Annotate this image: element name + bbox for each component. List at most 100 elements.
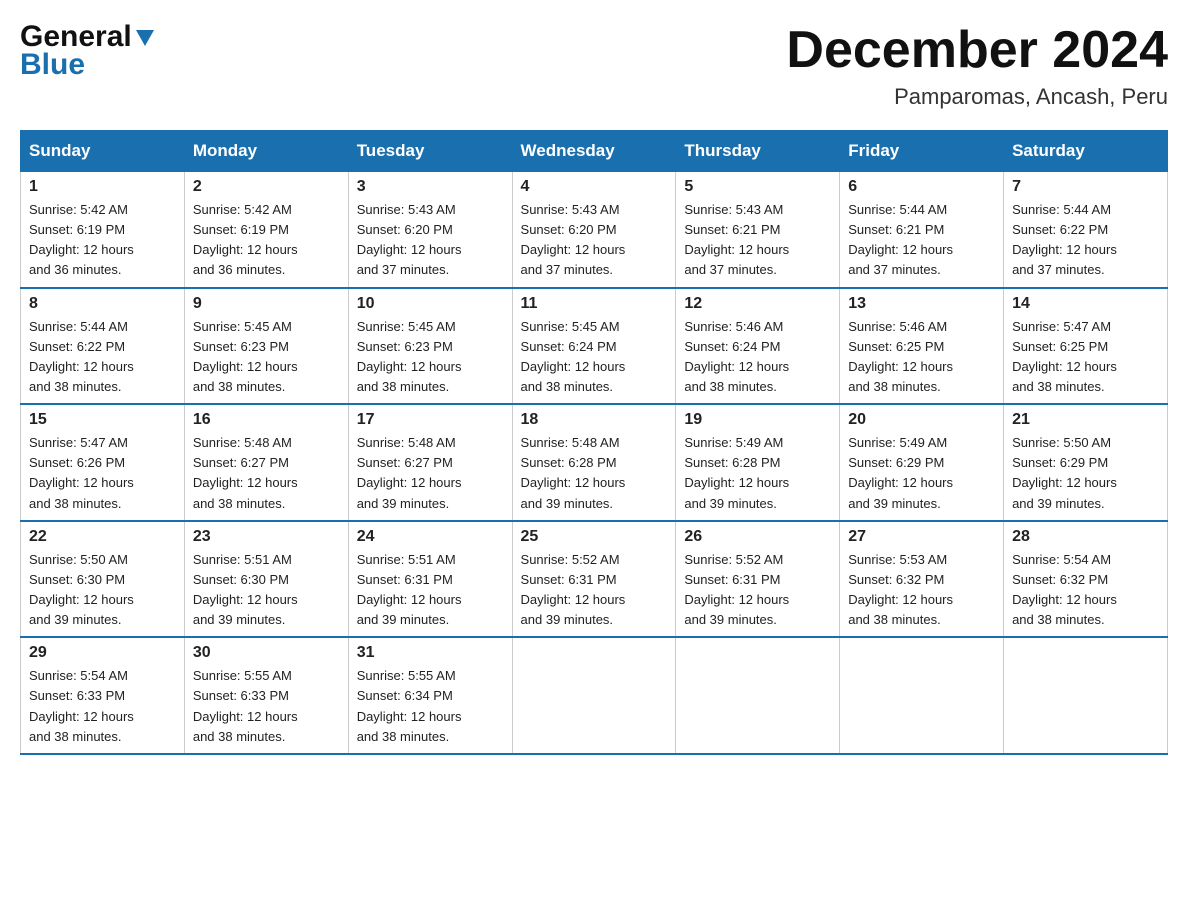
day-number: 15 <box>29 411 176 429</box>
calendar-cell <box>512 637 676 754</box>
day-number: 14 <box>1012 295 1159 313</box>
column-header-monday: Monday <box>184 131 348 172</box>
calendar-cell <box>676 637 840 754</box>
day-info: Sunrise: 5:51 AM Sunset: 6:30 PM Dayligh… <box>193 550 340 631</box>
column-header-tuesday: Tuesday <box>348 131 512 172</box>
calendar-week-row: 22 Sunrise: 5:50 AM Sunset: 6:30 PM Dayl… <box>21 521 1168 638</box>
column-header-sunday: Sunday <box>21 131 185 172</box>
day-info: Sunrise: 5:50 AM Sunset: 6:30 PM Dayligh… <box>29 550 176 631</box>
calendar-cell: 5 Sunrise: 5:43 AM Sunset: 6:21 PM Dayli… <box>676 172 840 288</box>
calendar-cell: 13 Sunrise: 5:46 AM Sunset: 6:25 PM Dayl… <box>840 288 1004 405</box>
calendar-week-row: 15 Sunrise: 5:47 AM Sunset: 6:26 PM Dayl… <box>21 404 1168 521</box>
day-number: 20 <box>848 411 995 429</box>
day-info: Sunrise: 5:47 AM Sunset: 6:25 PM Dayligh… <box>1012 317 1159 398</box>
calendar-cell: 6 Sunrise: 5:44 AM Sunset: 6:21 PM Dayli… <box>840 172 1004 288</box>
day-number: 5 <box>684 178 831 196</box>
day-number: 12 <box>684 295 831 313</box>
calendar-header-row: SundayMondayTuesdayWednesdayThursdayFrid… <box>21 131 1168 172</box>
calendar-cell: 20 Sunrise: 5:49 AM Sunset: 6:29 PM Dayl… <box>840 404 1004 521</box>
calendar-cell <box>1004 637 1168 754</box>
day-number: 2 <box>193 178 340 196</box>
day-info: Sunrise: 5:54 AM Sunset: 6:33 PM Dayligh… <box>29 666 176 747</box>
calendar-cell: 26 Sunrise: 5:52 AM Sunset: 6:31 PM Dayl… <box>676 521 840 638</box>
calendar-cell: 3 Sunrise: 5:43 AM Sunset: 6:20 PM Dayli… <box>348 172 512 288</box>
day-number: 1 <box>29 178 176 196</box>
day-info: Sunrise: 5:48 AM Sunset: 6:27 PM Dayligh… <box>357 433 504 514</box>
calendar-cell: 21 Sunrise: 5:50 AM Sunset: 6:29 PM Dayl… <box>1004 404 1168 521</box>
day-info: Sunrise: 5:49 AM Sunset: 6:28 PM Dayligh… <box>684 433 831 514</box>
calendar-cell <box>840 637 1004 754</box>
column-header-wednesday: Wednesday <box>512 131 676 172</box>
calendar-cell: 18 Sunrise: 5:48 AM Sunset: 6:28 PM Dayl… <box>512 404 676 521</box>
day-info: Sunrise: 5:48 AM Sunset: 6:28 PM Dayligh… <box>521 433 668 514</box>
day-number: 23 <box>193 528 340 546</box>
calendar-cell: 29 Sunrise: 5:54 AM Sunset: 6:33 PM Dayl… <box>21 637 185 754</box>
calendar-week-row: 29 Sunrise: 5:54 AM Sunset: 6:33 PM Dayl… <box>21 637 1168 754</box>
day-info: Sunrise: 5:53 AM Sunset: 6:32 PM Dayligh… <box>848 550 995 631</box>
day-info: Sunrise: 5:49 AM Sunset: 6:29 PM Dayligh… <box>848 433 995 514</box>
day-number: 8 <box>29 295 176 313</box>
day-info: Sunrise: 5:50 AM Sunset: 6:29 PM Dayligh… <box>1012 433 1159 514</box>
calendar-cell: 31 Sunrise: 5:55 AM Sunset: 6:34 PM Dayl… <box>348 637 512 754</box>
day-number: 18 <box>521 411 668 429</box>
day-info: Sunrise: 5:54 AM Sunset: 6:32 PM Dayligh… <box>1012 550 1159 631</box>
day-number: 30 <box>193 644 340 662</box>
day-info: Sunrise: 5:43 AM Sunset: 6:20 PM Dayligh… <box>521 200 668 281</box>
day-info: Sunrise: 5:42 AM Sunset: 6:19 PM Dayligh… <box>193 200 340 281</box>
calendar-cell: 30 Sunrise: 5:55 AM Sunset: 6:33 PM Dayl… <box>184 637 348 754</box>
day-info: Sunrise: 5:44 AM Sunset: 6:22 PM Dayligh… <box>1012 200 1159 281</box>
day-info: Sunrise: 5:46 AM Sunset: 6:25 PM Dayligh… <box>848 317 995 398</box>
day-info: Sunrise: 5:45 AM Sunset: 6:23 PM Dayligh… <box>357 317 504 398</box>
day-info: Sunrise: 5:42 AM Sunset: 6:19 PM Dayligh… <box>29 200 176 281</box>
day-info: Sunrise: 5:55 AM Sunset: 6:33 PM Dayligh… <box>193 666 340 747</box>
day-number: 27 <box>848 528 995 546</box>
calendar-week-row: 8 Sunrise: 5:44 AM Sunset: 6:22 PM Dayli… <box>21 288 1168 405</box>
calendar-cell: 24 Sunrise: 5:51 AM Sunset: 6:31 PM Dayl… <box>348 521 512 638</box>
calendar-cell: 17 Sunrise: 5:48 AM Sunset: 6:27 PM Dayl… <box>348 404 512 521</box>
title-block: December 2024 Pamparomas, Ancash, Peru <box>786 20 1168 110</box>
day-info: Sunrise: 5:47 AM Sunset: 6:26 PM Dayligh… <box>29 433 176 514</box>
month-title: December 2024 <box>786 20 1168 80</box>
day-number: 10 <box>357 295 504 313</box>
day-info: Sunrise: 5:45 AM Sunset: 6:24 PM Dayligh… <box>521 317 668 398</box>
day-info: Sunrise: 5:51 AM Sunset: 6:31 PM Dayligh… <box>357 550 504 631</box>
day-info: Sunrise: 5:46 AM Sunset: 6:24 PM Dayligh… <box>684 317 831 398</box>
day-number: 24 <box>357 528 504 546</box>
day-number: 9 <box>193 295 340 313</box>
day-info: Sunrise: 5:48 AM Sunset: 6:27 PM Dayligh… <box>193 433 340 514</box>
calendar-cell: 8 Sunrise: 5:44 AM Sunset: 6:22 PM Dayli… <box>21 288 185 405</box>
day-number: 25 <box>521 528 668 546</box>
day-number: 3 <box>357 178 504 196</box>
day-info: Sunrise: 5:52 AM Sunset: 6:31 PM Dayligh… <box>684 550 831 631</box>
day-number: 29 <box>29 644 176 662</box>
day-info: Sunrise: 5:55 AM Sunset: 6:34 PM Dayligh… <box>357 666 504 747</box>
column-header-friday: Friday <box>840 131 1004 172</box>
day-number: 26 <box>684 528 831 546</box>
logo-blue-text: Blue <box>20 48 85 82</box>
calendar-cell: 9 Sunrise: 5:45 AM Sunset: 6:23 PM Dayli… <box>184 288 348 405</box>
day-info: Sunrise: 5:44 AM Sunset: 6:22 PM Dayligh… <box>29 317 176 398</box>
logo-triangle-icon <box>134 26 156 53</box>
calendar-cell: 16 Sunrise: 5:48 AM Sunset: 6:27 PM Dayl… <box>184 404 348 521</box>
calendar-cell: 1 Sunrise: 5:42 AM Sunset: 6:19 PM Dayli… <box>21 172 185 288</box>
day-number: 19 <box>684 411 831 429</box>
day-number: 22 <box>29 528 176 546</box>
day-number: 17 <box>357 411 504 429</box>
day-number: 6 <box>848 178 995 196</box>
day-info: Sunrise: 5:43 AM Sunset: 6:20 PM Dayligh… <box>357 200 504 281</box>
day-number: 7 <box>1012 178 1159 196</box>
day-info: Sunrise: 5:45 AM Sunset: 6:23 PM Dayligh… <box>193 317 340 398</box>
calendar-cell: 22 Sunrise: 5:50 AM Sunset: 6:30 PM Dayl… <box>21 521 185 638</box>
day-number: 16 <box>193 411 340 429</box>
day-info: Sunrise: 5:52 AM Sunset: 6:31 PM Dayligh… <box>521 550 668 631</box>
logo: General Blue <box>20 20 156 82</box>
day-number: 13 <box>848 295 995 313</box>
day-number: 21 <box>1012 411 1159 429</box>
column-header-thursday: Thursday <box>676 131 840 172</box>
location-subtitle: Pamparomas, Ancash, Peru <box>786 84 1168 110</box>
calendar-cell: 7 Sunrise: 5:44 AM Sunset: 6:22 PM Dayli… <box>1004 172 1168 288</box>
day-info: Sunrise: 5:43 AM Sunset: 6:21 PM Dayligh… <box>684 200 831 281</box>
day-number: 11 <box>521 295 668 313</box>
calendar-cell: 27 Sunrise: 5:53 AM Sunset: 6:32 PM Dayl… <box>840 521 1004 638</box>
calendar-cell: 15 Sunrise: 5:47 AM Sunset: 6:26 PM Dayl… <box>21 404 185 521</box>
